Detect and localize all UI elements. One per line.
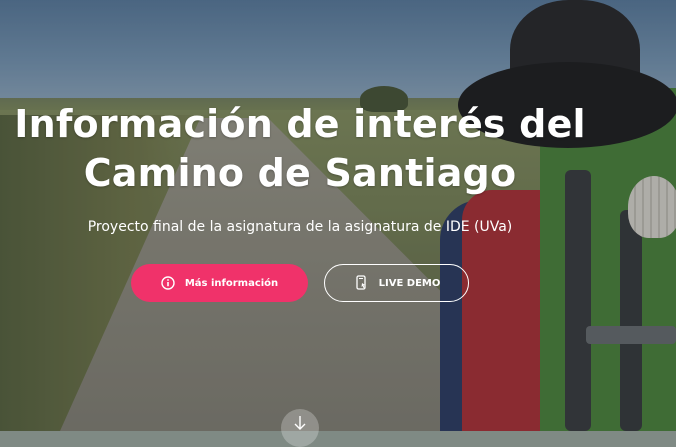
info-icon bbox=[161, 276, 175, 290]
live-demo-label: LIVE DEMO bbox=[378, 277, 441, 289]
hero-section bbox=[0, 0, 676, 431]
page-title: Información de interés del Camino de San… bbox=[0, 100, 600, 198]
live-demo-button[interactable]: LIVE DEMO bbox=[324, 264, 469, 302]
scroll-down-button[interactable] bbox=[281, 409, 319, 447]
dark-overlay bbox=[0, 0, 676, 431]
more-info-label: Más información bbox=[184, 277, 279, 289]
page-subtitle: Proyecto final de la asignatura de la as… bbox=[87, 219, 513, 235]
more-info-button[interactable]: Más información bbox=[131, 264, 308, 302]
page-title-line: Información de interés del bbox=[14, 102, 586, 146]
page-title-line: Camino de Santiago bbox=[83, 151, 517, 195]
arrow-down-icon bbox=[293, 415, 307, 435]
phone-icon bbox=[353, 275, 369, 291]
